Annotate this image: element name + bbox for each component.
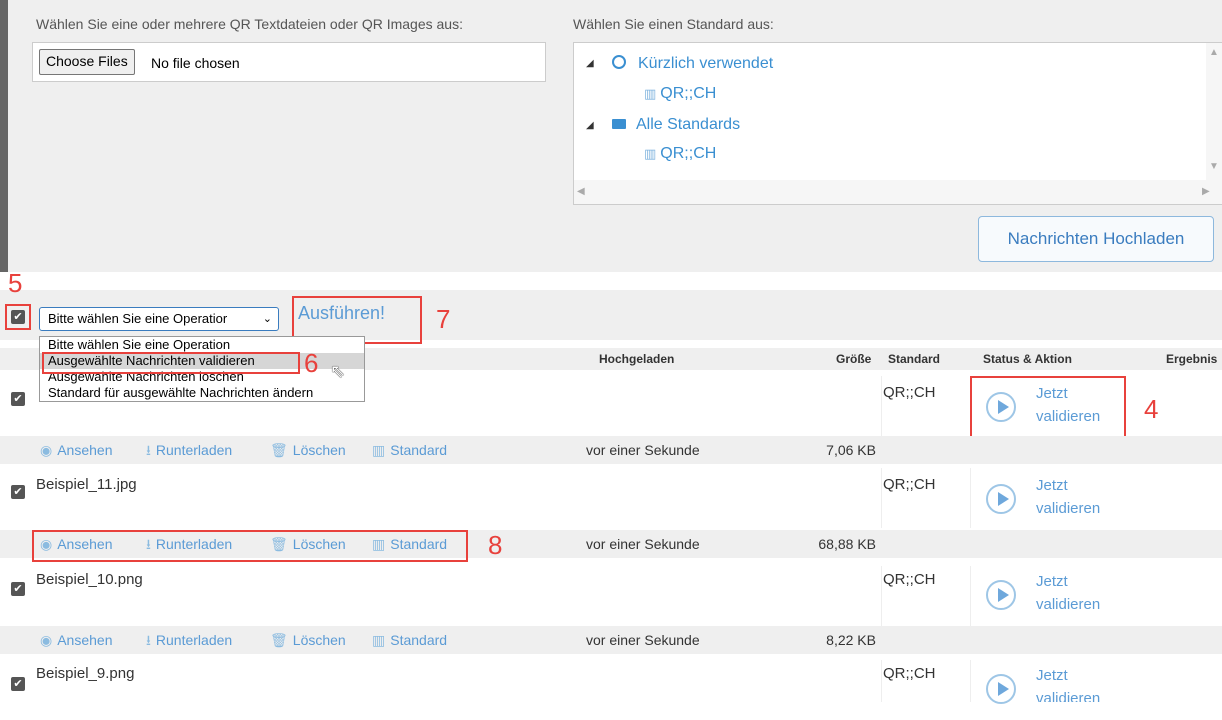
row-actions-bar: ◉ Ansehen ⭳ Runterladen 🗑 Löschen ▥ Standard… bbox=[0, 436, 1222, 464]
scroll-left-icon[interactable]: ◀ bbox=[577, 186, 585, 197]
map-icon: ▥ bbox=[644, 86, 657, 101]
row-actions-bar: ◉ Ansehen ⭳ Runterladen 🗑 Löschen ▥ Standard… bbox=[0, 626, 1222, 654]
play-icon[interactable] bbox=[986, 580, 1016, 610]
annotation-7: 7 bbox=[436, 304, 451, 334]
row-checkbox[interactable]: ✔ bbox=[11, 392, 25, 406]
file-select-label: Wählen Sie eine oder mehrere QR Textdate… bbox=[36, 16, 463, 32]
row-standard: QR;;CH bbox=[883, 665, 936, 682]
tree-leaf-all[interactable]: ▥ QR;;CH bbox=[644, 145, 716, 163]
download-action[interactable]: ⭳ Runterladen bbox=[146, 436, 232, 464]
row-uploaded: vor einer Sekunde bbox=[586, 442, 700, 458]
vertical-scrollbar[interactable]: ▲ ▼ bbox=[1206, 43, 1222, 180]
row-filename: Beispiel_9.png bbox=[36, 665, 135, 682]
row-standard: QR;;CH bbox=[883, 476, 936, 493]
collapse-triangle-icon[interactable]: ◢ bbox=[586, 120, 594, 131]
annotation-box-8 bbox=[32, 530, 468, 562]
delete-action[interactable]: 🗑 Löschen bbox=[270, 436, 346, 464]
row-size: 7,06 KB bbox=[826, 442, 876, 458]
scroll-up-icon[interactable]: ▲ bbox=[1209, 47, 1219, 58]
tree-node-recent[interactable]: Kürzlich verwendet bbox=[612, 54, 773, 73]
row-uploaded: vor einer Sekunde bbox=[586, 536, 700, 552]
row-filename: Beispiel_11.jpg bbox=[36, 476, 137, 493]
trash-icon: 🗑 bbox=[270, 442, 288, 458]
header-uploaded[interactable]: Hochgeladen bbox=[599, 348, 675, 370]
scroll-right-icon[interactable]: ▶ bbox=[1202, 186, 1210, 197]
download-icon: ⭳ bbox=[146, 442, 151, 458]
row-checkbox[interactable]: ✔ bbox=[11, 582, 25, 596]
map-icon: ▥ bbox=[372, 442, 386, 458]
header-size[interactable]: Größe bbox=[836, 348, 872, 370]
eye-icon: ◉ bbox=[40, 632, 53, 648]
annotation-6: 6 bbox=[304, 348, 319, 378]
operation-select[interactable]: Bitte wählen Sie eine Operatior ⌄ bbox=[39, 307, 279, 331]
choose-files-button[interactable]: Choose Files bbox=[39, 49, 135, 75]
row-filename: Beispiel_10.png bbox=[36, 571, 143, 588]
row-size: 68,88 KB bbox=[818, 536, 876, 552]
trash-icon: 🗑 bbox=[270, 632, 288, 648]
mouse-cursor-icon: ⇖ bbox=[330, 361, 346, 381]
row-standard: QR;;CH bbox=[883, 571, 936, 588]
map-icon: ▥ bbox=[644, 146, 657, 161]
annotation-5: 5 bbox=[8, 268, 23, 298]
annotation-4: 4 bbox=[1144, 394, 1159, 424]
validate-now-button[interactable]: Jetzt validieren bbox=[1036, 570, 1100, 616]
tree-leaf-recent[interactable]: ▥ QR;;CH bbox=[644, 85, 716, 103]
upload-messages-button[interactable]: Nachrichten Hochladen bbox=[978, 216, 1214, 262]
file-input[interactable]: Choose Files No file chosen bbox=[32, 42, 546, 82]
dropdown-option[interactable]: Standard für ausgewählte Nachrichten änd… bbox=[40, 385, 364, 401]
row-size: 8,22 KB bbox=[826, 632, 876, 648]
horizontal-scrollbar[interactable]: ◀ ▶ bbox=[574, 180, 1222, 204]
standard-select-label: Wählen Sie einen Standard aus: bbox=[573, 16, 774, 32]
row-standard: QR;;CH bbox=[883, 384, 936, 401]
download-icon: ⭳ bbox=[146, 632, 151, 648]
standard-action[interactable]: ▥ Standard bbox=[372, 626, 447, 654]
collapse-triangle-icon[interactable]: ◢ bbox=[586, 58, 594, 69]
row-checkbox[interactable]: ✔ bbox=[11, 485, 25, 499]
upload-panel: Wählen Sie eine oder mehrere QR Textdate… bbox=[0, 0, 1222, 272]
clock-icon bbox=[612, 55, 626, 69]
annotation-box-4 bbox=[970, 376, 1126, 438]
header-status[interactable]: Status & Aktion bbox=[983, 348, 1072, 370]
standard-tree[interactable]: ◢ Kürzlich verwendet ▥ QR;;CH ◢ Alle Stan… bbox=[573, 42, 1222, 205]
tree-node-all[interactable]: Alle Standards bbox=[612, 116, 740, 134]
view-action[interactable]: ◉ Ansehen bbox=[40, 436, 113, 464]
file-status: No file chosen bbox=[151, 55, 240, 71]
play-icon[interactable] bbox=[986, 484, 1016, 514]
eye-icon: ◉ bbox=[40, 442, 53, 458]
view-action[interactable]: ◉ Ansehen bbox=[40, 626, 113, 654]
row-uploaded: vor einer Sekunde bbox=[586, 632, 700, 648]
validate-now-button[interactable]: Jetzt validieren bbox=[1036, 474, 1100, 520]
standard-action[interactable]: ▥ Standard bbox=[372, 436, 447, 464]
chevron-down-icon: ⌄ bbox=[262, 313, 272, 325]
annotation-8: 8 bbox=[488, 530, 503, 560]
validate-now-button[interactable]: Jetzt validieren bbox=[1036, 664, 1100, 702]
map-icon: ▥ bbox=[372, 632, 386, 648]
play-icon[interactable] bbox=[986, 674, 1016, 704]
folder-icon bbox=[612, 119, 626, 129]
delete-action[interactable]: 🗑 Löschen bbox=[270, 626, 346, 654]
header-result[interactable]: Ergebnis bbox=[1166, 348, 1218, 370]
scroll-down-icon[interactable]: ▼ bbox=[1209, 161, 1219, 172]
annotation-box-6 bbox=[42, 352, 300, 374]
select-all-checkbox[interactable]: ✔ bbox=[11, 310, 25, 324]
execute-button[interactable]: Ausführen! bbox=[298, 303, 385, 324]
download-action[interactable]: ⭳ Runterladen bbox=[146, 626, 232, 654]
row-checkbox[interactable]: ✔ bbox=[11, 677, 25, 691]
header-standard[interactable]: Standard bbox=[888, 348, 941, 370]
